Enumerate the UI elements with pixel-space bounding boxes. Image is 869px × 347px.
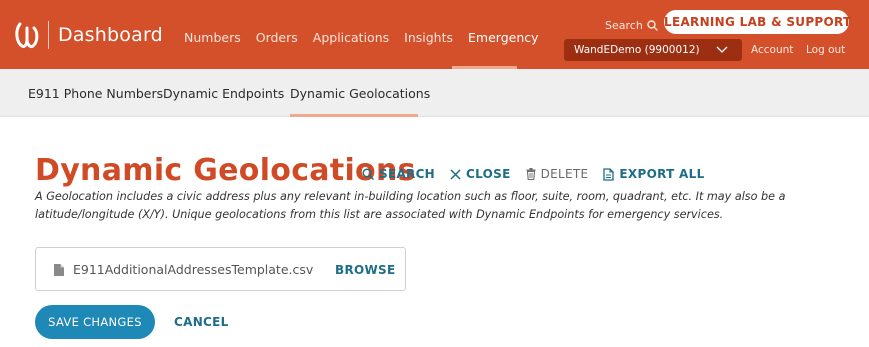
cancel-button[interactable]: CANCEL xyxy=(174,315,229,329)
search-label: Search xyxy=(605,19,643,32)
sub-nav: E911 Phone Numbers Dynamic Endpoints Dyn… xyxy=(0,69,869,117)
export-all-button[interactable]: EXPORT ALL xyxy=(603,167,704,181)
brand-title[interactable]: Dashboard xyxy=(58,24,163,46)
logout-link[interactable]: Log out xyxy=(806,44,845,56)
account-select-value: WandEDemo (9900012) xyxy=(574,44,700,56)
learning-lab-button[interactable]: LEARNING LAB & SUPPORT xyxy=(664,10,851,34)
nav-item-emergency[interactable]: Emergency xyxy=(468,30,539,45)
file-upload-field[interactable]: E911AdditionalAddressesTemplate.csv BROW… xyxy=(35,247,406,291)
main-nav: Numbers Orders Applications Insights Eme… xyxy=(184,30,554,45)
account-link[interactable]: Account xyxy=(751,44,793,56)
header-search-link[interactable]: Search xyxy=(605,19,658,32)
page-actions: SEARCH CLOSE DELETE EXPORT ALL xyxy=(362,167,720,181)
export-file-icon xyxy=(603,167,615,181)
brand-divider xyxy=(48,21,49,49)
search-button[interactable]: SEARCH xyxy=(362,167,435,181)
file-icon xyxy=(54,264,64,276)
delete-button-label: DELETE xyxy=(540,167,589,181)
tab-dynamic-endpoints[interactable]: Dynamic Endpoints xyxy=(163,86,284,101)
search-icon xyxy=(647,20,658,31)
trash-icon xyxy=(526,168,536,180)
nav-item-orders[interactable]: Orders xyxy=(256,30,298,45)
chevron-down-icon xyxy=(716,46,728,53)
delete-button[interactable]: DELETE xyxy=(526,167,589,181)
search-icon xyxy=(362,168,374,180)
page-description: A Geolocation includes a civic address p… xyxy=(35,190,786,221)
file-name: E911AdditionalAddressesTemplate.csv xyxy=(73,262,314,277)
nav-item-insights[interactable]: Insights xyxy=(404,30,453,45)
tab-dynamic-geolocations[interactable]: Dynamic Geolocations xyxy=(290,86,430,101)
close-icon xyxy=(450,168,461,180)
save-changes-button[interactable]: SAVE CHANGES xyxy=(35,305,155,339)
nav-item-numbers[interactable]: Numbers xyxy=(184,30,241,45)
top-header: Dashboard Numbers Orders Applications In… xyxy=(0,0,869,69)
search-button-label: SEARCH xyxy=(379,167,436,181)
subtab-active-indicator xyxy=(290,114,418,117)
page-title: Dynamic Geolocations xyxy=(35,153,416,188)
tab-e911-phone-numbers[interactable]: E911 Phone Numbers xyxy=(28,86,163,101)
nav-item-applications[interactable]: Applications xyxy=(313,30,389,45)
account-select[interactable]: WandEDemo (9900012) xyxy=(564,39,742,61)
logo-icon[interactable] xyxy=(14,20,40,50)
export-all-button-label: EXPORT ALL xyxy=(619,167,705,181)
close-button-label: CLOSE xyxy=(466,167,511,181)
browse-button[interactable]: BROWSE xyxy=(335,263,395,277)
close-button[interactable]: CLOSE xyxy=(450,167,511,181)
